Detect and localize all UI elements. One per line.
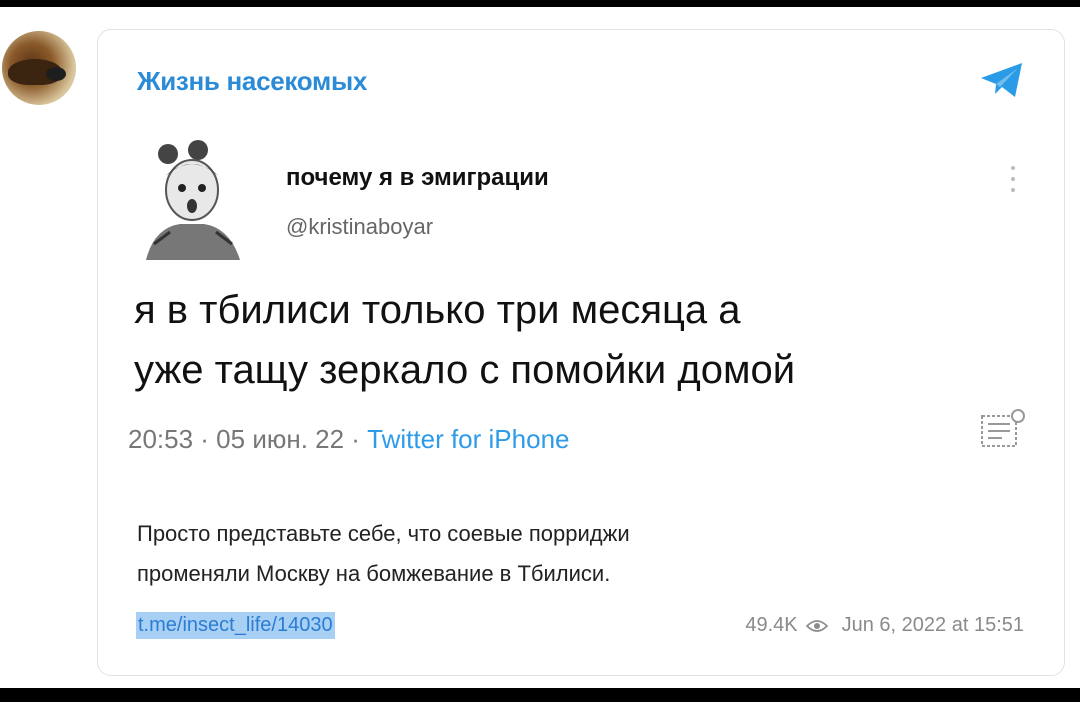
screenshot-frame: Жизнь насекомых почему я в эмиграции @kr… [0,7,1080,688]
tweet-author-handle: @kristinaboyar [286,214,434,239]
beetle-head [46,67,66,81]
post-link[interactable]: t.me/insect_life/14030 [136,612,335,639]
document-icon[interactable] [978,406,1030,450]
post-card: Жизнь насекомых почему я в эмиграции @kr… [97,29,1065,676]
view-count: 49.4K [745,614,798,636]
tweet-meta: 20:53 · 05 июн. 22 · Twitter for iPhone [128,424,569,455]
tweet-timestamp: 20:53 · 05 июн. 22 · [128,424,368,454]
post-date: Jun 6, 2022 at 15:51 [841,614,1024,636]
post-footer-meta: 49.4K Jun 6, 2022 at 15:51 [618,614,1024,637]
caption-line: Просто представьте себе, что соевые порр… [137,521,630,546]
channel-avatar[interactable] [2,31,76,105]
channel-name[interactable]: Жизнь насекомых [137,66,367,97]
more-options-icon[interactable] [1010,164,1016,194]
author-avatar[interactable] [136,136,248,260]
tweet-text: я в тбилиси только три месяца а уже тащу… [134,280,1034,400]
tweet-text-line: я в тбилиси только три месяца а [134,288,741,332]
caption-line: променяли Москву на бомжевание в Тбилиси… [137,561,611,586]
eye-icon [805,619,828,632]
telegram-icon[interactable] [978,60,1026,100]
tweet-source-link[interactable]: Twitter for iPhone [367,424,569,454]
post-caption: Просто представьте себе, что соевые порр… [137,514,997,594]
tweet-text-line: уже тащу зеркало с помойки домой [134,348,796,392]
tweet-author-name: почему я в эмиграции [286,164,549,191]
